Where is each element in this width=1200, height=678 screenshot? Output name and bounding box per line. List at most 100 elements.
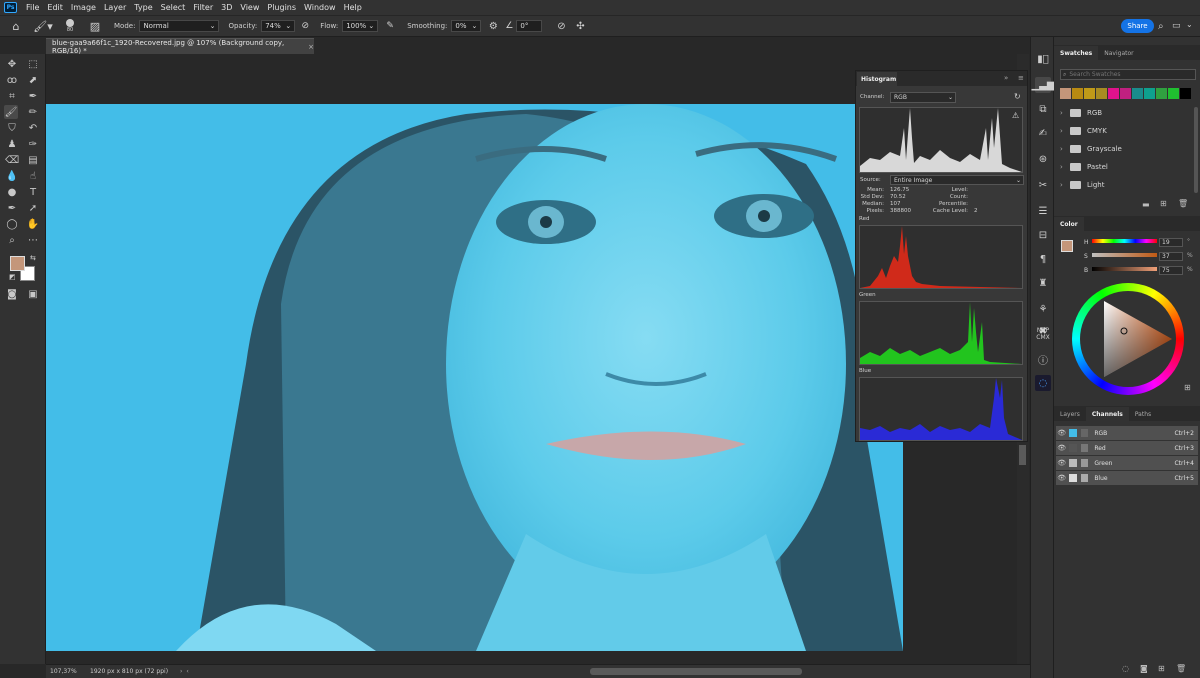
swatches-scrollbar[interactable] (1194, 107, 1198, 193)
more-tools-icon[interactable]: ⋯ (26, 233, 40, 247)
menu-window[interactable]: Window (300, 3, 340, 12)
nbp-cmx-plugin-icon[interactable]: NBP CMX (1035, 327, 1051, 341)
actions-icon[interactable]: ⊛ (1035, 151, 1051, 167)
saturation-slider[interactable] (1092, 253, 1157, 257)
swatch-folder-rgb[interactable]: › RGB (1060, 105, 1190, 121)
swatch-folder-grayscale[interactable]: › Grayscale (1060, 141, 1190, 157)
mode-select[interactable]: Normal ⌄ (139, 20, 220, 32)
clone-source-icon[interactable]: ⧉ (1035, 101, 1051, 117)
eye-icon[interactable]: 👁 (1056, 429, 1067, 437)
smoothing-field[interactable]: 0% ⌄ (451, 20, 482, 32)
menu-filter[interactable]: Filter (189, 3, 217, 12)
screen-mode-icon[interactable]: ▣ (26, 287, 40, 301)
pen-tool-icon[interactable]: ✒ (5, 201, 19, 215)
brightness-field[interactable]: 75 (1159, 266, 1183, 275)
object-selection-tool-icon[interactable]: ⬈ (26, 73, 40, 87)
info-icon[interactable]: ⓘ (1035, 351, 1051, 367)
swatch-4[interactable] (1108, 88, 1119, 99)
menu-help[interactable]: Help (340, 3, 366, 12)
plugin-circle-icon[interactable]: ◌ (1035, 375, 1051, 391)
menu-file[interactable]: File (22, 3, 43, 12)
color-foreground-chip[interactable] (1061, 240, 1073, 252)
styles-icon[interactable]: ♜ (1035, 275, 1051, 291)
angle-field[interactable]: 0° (516, 20, 543, 32)
marquee-tool-icon[interactable]: ⬚ (26, 57, 40, 71)
home-icon[interactable]: ⌂ (4, 20, 28, 33)
refresh-icon[interactable]: ↻ (1014, 92, 1021, 101)
pencil-tool-icon[interactable]: ✏ (26, 105, 40, 119)
search-icon[interactable]: ⌕ (1158, 21, 1164, 32)
smoothing-settings-gear-icon[interactable]: ⚙ (484, 21, 502, 32)
paragraph-icon[interactable]: ¶ (1035, 251, 1051, 267)
tab-color[interactable]: Color (1054, 217, 1084, 231)
paths-icon[interactable]: ⚘ (1035, 301, 1051, 317)
eye-icon[interactable]: 👁 (1056, 474, 1067, 482)
chevron-down-icon[interactable]: ⌄ (1186, 20, 1193, 29)
hand-tool-icon[interactable]: ✋ (26, 217, 40, 231)
pressure-opacity-icon[interactable]: ⊘ (298, 21, 312, 31)
hue-field[interactable]: 19 (1159, 238, 1183, 247)
zoom-level[interactable]: 107,37% (46, 668, 90, 675)
histogram-panel-icon[interactable]: ▁▃▆ (1031, 77, 1055, 93)
add-swatch-icon[interactable]: ⊞ (1184, 383, 1191, 392)
channel-row-blue[interactable]: 👁 Blue Ctrl+5 (1056, 471, 1198, 485)
swatch-10[interactable] (1180, 88, 1191, 99)
brush-tool-icon[interactable]: 🖌 (4, 105, 18, 119)
swatch-0[interactable] (1060, 88, 1071, 99)
brush-settings-panel-icon[interactable]: ✍ (1035, 125, 1051, 141)
channel-row-rgb[interactable]: 👁 RGB Ctrl+2 (1056, 426, 1198, 440)
foreground-color-swatch-front[interactable] (10, 256, 25, 271)
clone-stamp-tool-icon[interactable]: ⛉ (5, 121, 19, 135)
eyedropper-tool-icon[interactable]: ✒ (26, 89, 40, 103)
swatch-folder-cmyk[interactable]: › CMYK (1060, 123, 1190, 139)
crop-tool-icon[interactable]: ⌗ (5, 89, 19, 103)
histogram-tab[interactable]: Histogram (857, 72, 897, 86)
load-selection-icon[interactable]: ◌ (1122, 664, 1129, 673)
adjustments-icon[interactable]: ☰ (1035, 203, 1051, 219)
hue-slider[interactable] (1092, 239, 1157, 243)
tab-paths[interactable]: Paths (1129, 407, 1157, 421)
lasso-tool-icon[interactable]: ꝏ (5, 73, 19, 87)
character-panel-icon[interactable]: ▮⃣ (1035, 51, 1051, 67)
path-selection-tool-icon[interactable]: ➚ (26, 201, 40, 215)
swatches-search[interactable]: ⌕ (1060, 69, 1196, 80)
menu-image[interactable]: Image (67, 3, 100, 12)
smudge-tool-icon[interactable]: ☝ (26, 169, 40, 183)
menu-view[interactable]: View (236, 3, 263, 12)
quick-mask-icon[interactable]: ◙ (5, 287, 19, 301)
menu-layer[interactable]: Layer (100, 3, 130, 12)
move-tool-icon[interactable]: ✥ (5, 57, 19, 71)
opacity-field[interactable]: 74% ⌄ (261, 20, 296, 32)
dodge-tool-icon[interactable]: ● (5, 185, 19, 199)
save-selection-icon[interactable]: ◙ (1140, 664, 1148, 673)
workspace-icon[interactable]: ▭ (1172, 21, 1181, 31)
swap-colors-icon[interactable]: ⇆ (30, 254, 36, 262)
panel-menu-icon[interactable]: ≡ (1018, 74, 1024, 82)
tab-layers[interactable]: Layers (1054, 407, 1086, 421)
properties-icon[interactable]: ⊟ (1035, 227, 1051, 243)
eraser-tool-icon[interactable]: ⌫ (5, 153, 19, 167)
pressure-size-icon[interactable]: ⊘ (551, 21, 571, 32)
menu-select[interactable]: Select (157, 3, 190, 12)
new-group-icon[interactable]: ▬ (1142, 200, 1150, 209)
channel-select[interactable]: RGB ⌄ (890, 92, 956, 103)
share-button[interactable]: Share (1121, 19, 1154, 33)
brightness-slider[interactable] (1092, 267, 1157, 271)
horizontal-scrollbar-thumb[interactable] (590, 668, 802, 675)
menu-type[interactable]: Type (130, 3, 156, 12)
type-tool-icon[interactable]: T (26, 185, 40, 199)
stamp-tool-icon[interactable]: ♟ (5, 137, 19, 151)
ellipse-tool-icon[interactable]: ◯ (5, 217, 19, 231)
swatch-2[interactable] (1084, 88, 1095, 99)
saturation-field[interactable]: 37 (1159, 252, 1183, 261)
chevron-right-icon[interactable]: › (180, 668, 182, 675)
collapse-icon[interactable]: » (1004, 74, 1008, 82)
eye-icon[interactable]: 👁 (1056, 444, 1067, 452)
source-select[interactable]: Entire Image ⌄ (890, 175, 1024, 185)
history-brush-tool-icon[interactable]: ↶ (26, 121, 40, 135)
eye-icon[interactable]: 👁 (1056, 459, 1067, 467)
menu-edit[interactable]: Edit (43, 3, 67, 12)
art-history-brush-icon[interactable]: ✑ (26, 137, 40, 151)
tool-presets-icon[interactable]: ✂ (1035, 177, 1051, 193)
swatch-7[interactable] (1144, 88, 1155, 99)
